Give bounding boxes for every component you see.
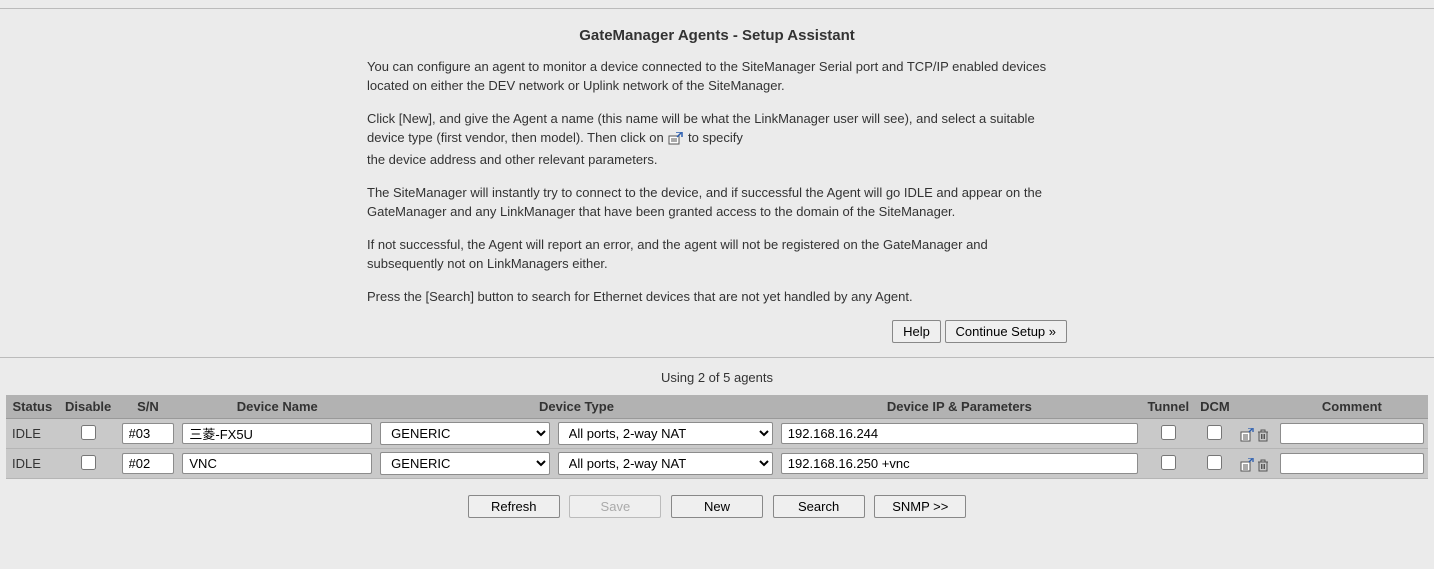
- continue-setup-button[interactable]: Continue Setup »: [945, 320, 1067, 343]
- tunnel-checkbox[interactable]: [1161, 455, 1176, 470]
- help-button[interactable]: Help: [892, 320, 941, 343]
- table-row: IDLE GENERIC All ports, 2-way NAT: [6, 419, 1428, 449]
- device-ip-input[interactable]: [781, 423, 1138, 444]
- dcm-checkbox[interactable]: [1207, 425, 1222, 440]
- device-ip-input[interactable]: [781, 453, 1138, 474]
- intro-p2b: to specify: [688, 130, 743, 145]
- col-tunnel: Tunnel: [1142, 395, 1195, 419]
- save-button[interactable]: Save: [569, 495, 661, 518]
- sn-input[interactable]: [122, 423, 175, 444]
- model-select[interactable]: All ports, 2-way NAT: [558, 452, 773, 475]
- col-dcm: DCM: [1195, 395, 1236, 419]
- col-actions: [1235, 395, 1276, 419]
- search-button[interactable]: Search: [773, 495, 865, 518]
- edit-icon[interactable]: [1240, 428, 1254, 442]
- snmp-button[interactable]: SNMP >>: [874, 495, 966, 518]
- disable-checkbox[interactable]: [81, 425, 96, 440]
- disable-checkbox[interactable]: [81, 455, 96, 470]
- intro-p2: Click [New], and give the Agent a name (…: [367, 110, 1067, 148]
- status-cell: IDLE: [6, 419, 59, 449]
- col-sn: S/N: [118, 395, 179, 419]
- vendor-select[interactable]: GENERIC: [380, 452, 549, 475]
- agents-table: Status Disable S/N Device Name Device Ty…: [6, 395, 1428, 479]
- new-button[interactable]: New: [671, 495, 763, 518]
- refresh-button[interactable]: Refresh: [468, 495, 560, 518]
- dcm-checkbox[interactable]: [1207, 455, 1222, 470]
- col-status: Status: [6, 395, 59, 419]
- page-title: GateManager Agents - Setup Assistant: [0, 9, 1434, 58]
- intro-text: You can configure an agent to monitor a …: [367, 58, 1067, 306]
- comment-input[interactable]: [1280, 423, 1424, 444]
- col-ip: Device IP & Parameters: [777, 395, 1142, 419]
- col-name: Device Name: [178, 395, 376, 419]
- intro-p2c: the device address and other relevant pa…: [367, 151, 1067, 170]
- col-comment: Comment: [1276, 395, 1428, 419]
- comment-input[interactable]: [1280, 453, 1424, 474]
- model-select[interactable]: All ports, 2-way NAT: [558, 422, 773, 445]
- table-row: IDLE GENERIC All ports, 2-way NAT: [6, 449, 1428, 479]
- delete-icon[interactable]: [1256, 428, 1270, 442]
- edit-icon[interactable]: [1240, 458, 1254, 472]
- vendor-select[interactable]: GENERIC: [380, 422, 549, 445]
- delete-icon[interactable]: [1256, 458, 1270, 472]
- col-disable: Disable: [59, 395, 118, 419]
- device-name-input[interactable]: [182, 453, 372, 474]
- status-cell: IDLE: [6, 449, 59, 479]
- col-type: Device Type: [376, 395, 777, 419]
- intro-p1: You can configure an agent to monitor a …: [367, 58, 1067, 96]
- intro-p4: If not successful, the Agent will report…: [367, 236, 1067, 274]
- intro-p3: The SiteManager will instantly try to co…: [367, 184, 1067, 222]
- edit-icon: [668, 132, 683, 145]
- usage-text: Using 2 of 5 agents: [0, 358, 1434, 395]
- device-name-input[interactable]: [182, 423, 372, 444]
- sn-input[interactable]: [122, 453, 175, 474]
- intro-p5: Press the [Search] button to search for …: [367, 288, 1067, 307]
- tunnel-checkbox[interactable]: [1161, 425, 1176, 440]
